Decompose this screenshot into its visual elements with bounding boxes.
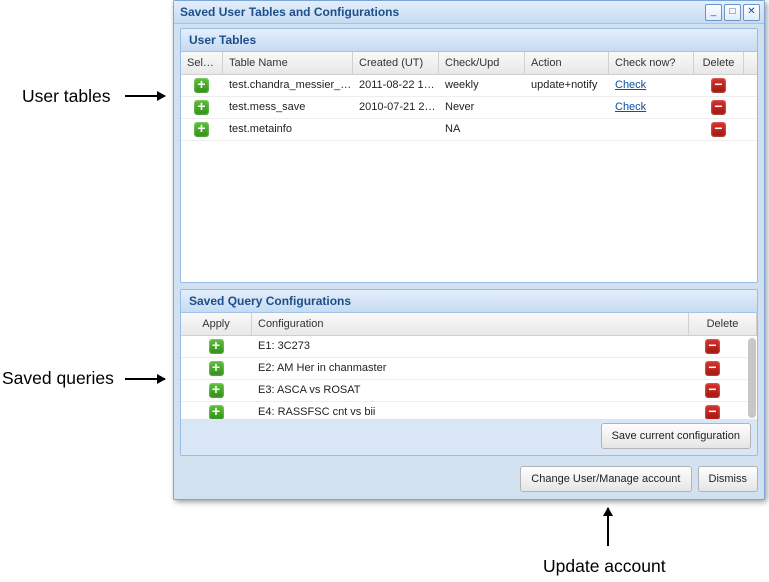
panel-saved-queries: Saved Query Configurations Apply Configu… [180,289,758,456]
saved-queries-columns: Apply Configuration Delete [181,313,757,336]
dialog-title: Saved User Tables and Configurations [180,5,703,19]
cell-action [525,119,609,140]
cell-table-name: test.mess_save [223,97,353,118]
arrow-user-tables [125,95,165,97]
cell-created: 2010-07-21 2… [353,97,439,118]
check-link[interactable]: Check [615,97,646,118]
scrollbar[interactable] [748,338,756,418]
table-row[interactable]: + test.chandra_messier_… 2011-08-22 1… w… [181,75,757,97]
save-current-configuration-button[interactable]: Save current configuration [601,423,751,449]
list-item[interactable]: + E4: RASSFSC cnt vs bii − [181,402,747,419]
cell-table-name: test.metainfo [223,119,353,140]
cell-check-upd: Never [439,97,525,118]
panel-user-tables-header: User Tables [181,29,757,52]
delete-icon[interactable]: − [705,405,720,419]
user-tables-columns: Select Table Name Created (UT) Check/Upd… [181,52,757,75]
cell-table-name: test.chandra_messier_… [223,75,353,96]
delete-icon[interactable]: − [711,78,726,93]
panel-user-tables: User Tables Select Table Name Created (U… [180,28,758,283]
add-icon[interactable]: + [194,100,209,115]
maximize-button[interactable]: □ [724,4,741,21]
dismiss-button[interactable]: Dismiss [698,466,759,492]
arrow-update-account [607,508,609,546]
cell-check-now [609,119,694,140]
delete-icon[interactable]: − [711,100,726,115]
list-item[interactable]: + E2: AM Her in chanmaster − [181,358,747,380]
cell-created: 2011-08-22 1… [353,75,439,96]
col-apply[interactable]: Apply [181,313,252,335]
delete-icon[interactable]: − [705,339,720,354]
cell-action: update+notify [525,75,609,96]
add-icon[interactable]: + [209,339,224,354]
add-icon[interactable]: + [209,383,224,398]
col-configuration[interactable]: Configuration [252,313,689,335]
dialog-saved-tables: Saved User Tables and Configurations _ □… [173,0,765,500]
cell-configuration: E3: ASCA vs ROSAT [252,380,679,401]
add-icon[interactable]: + [209,405,224,419]
dialog-titlebar: Saved User Tables and Configurations _ □… [174,1,764,24]
col-delete[interactable]: Delete [694,52,744,74]
col-delete[interactable]: Delete [689,313,757,335]
change-user-button[interactable]: Change User/Manage account [520,466,691,492]
add-icon[interactable]: + [209,361,224,376]
col-select[interactable]: Select [181,52,223,74]
cell-configuration: E2: AM Her in chanmaster [252,358,679,379]
col-table-name[interactable]: Table Name [223,52,353,74]
col-created[interactable]: Created (UT) [353,52,439,74]
annotation-update-account: Update account [543,556,666,577]
minimize-button[interactable]: _ [705,4,722,21]
col-check-now[interactable]: Check now? [609,52,694,74]
add-icon[interactable]: + [194,78,209,93]
annotation-user-tables: User tables [22,86,111,107]
dialog-footer: Change User/Manage account Dismiss [180,462,758,492]
annotation-saved-queries: Saved queries [2,368,114,389]
check-link[interactable]: Check [615,75,646,96]
table-row[interactable]: + test.metainfo NA − [181,119,757,141]
list-item[interactable]: + E1: 3C273 − [181,336,747,358]
add-icon[interactable]: + [194,122,209,137]
delete-icon[interactable]: − [705,383,720,398]
panel-saved-queries-header: Saved Query Configurations [181,290,757,313]
cell-created [353,119,439,140]
user-tables-body: + test.chandra_messier_… 2011-08-22 1… w… [181,75,757,282]
arrow-saved-queries [125,378,165,380]
saved-queries-body: + E1: 3C273 − + E2: AM Her in chanmaster… [181,336,757,419]
cell-configuration: E1: 3C273 [252,336,679,357]
col-check-upd[interactable]: Check/Upd [439,52,525,74]
list-item[interactable]: + E3: ASCA vs ROSAT − [181,380,747,402]
cell-check-upd: NA [439,119,525,140]
cell-configuration: E4: RASSFSC cnt vs bii [252,402,679,419]
delete-icon[interactable]: − [705,361,720,376]
cell-action [525,97,609,118]
table-row[interactable]: + test.mess_save 2010-07-21 2… Never Che… [181,97,757,119]
delete-icon[interactable]: − [711,122,726,137]
col-action[interactable]: Action [525,52,609,74]
cell-check-upd: weekly [439,75,525,96]
close-button[interactable]: ✕ [743,4,760,21]
